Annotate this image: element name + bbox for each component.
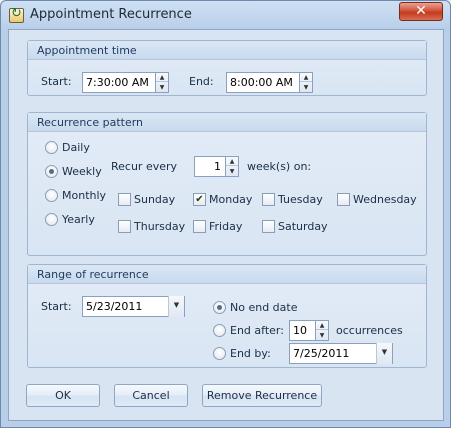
weeks-on-label: week(s) on:	[247, 160, 312, 173]
radio-end-after[interactable]	[213, 324, 226, 337]
checkbox-thursday[interactable]	[118, 220, 131, 233]
checkbox-sunday[interactable]	[118, 193, 131, 206]
recurrence-pattern-group: Recurrence pattern Daily Weekly Monthly …	[27, 112, 427, 256]
checkbox-tuesday[interactable]	[262, 193, 275, 206]
friday-label[interactable]: Friday	[209, 220, 242, 233]
daily-label[interactable]: Daily	[62, 141, 90, 154]
end-after-spinner[interactable]: ▲ ▼	[315, 320, 329, 341]
title-bar[interactable]: Appointment Recurrence ✕	[1, 1, 450, 29]
spin-down-icon[interactable]: ▼	[226, 167, 238, 176]
close-button[interactable]: ✕	[399, 2, 443, 21]
recur-every-label: Recur every	[111, 160, 178, 173]
start-time-input[interactable]: 7:30:00 AM	[82, 72, 156, 93]
range-start-label: Start:	[41, 300, 72, 313]
range-title: Range of recurrence	[28, 265, 426, 284]
spin-down-icon[interactable]: ▼	[156, 83, 168, 92]
checkbox-wednesday[interactable]	[337, 193, 350, 206]
yearly-label[interactable]: Yearly	[62, 213, 95, 226]
sunday-label[interactable]: Sunday	[134, 193, 175, 206]
thursday-label[interactable]: Thursday	[134, 220, 185, 233]
radio-no-end-date[interactable]	[213, 301, 226, 314]
end-time-input[interactable]: 8:00:00 AM	[226, 72, 300, 93]
recurrence-pattern-title: Recurrence pattern	[28, 113, 426, 132]
end-by-label[interactable]: End by:	[230, 347, 271, 360]
recur-every-input[interactable]: 1	[194, 156, 226, 177]
spin-up-icon[interactable]: ▲	[300, 73, 312, 82]
start-time-label: Start:	[41, 75, 72, 88]
spin-up-icon[interactable]: ▲	[226, 157, 238, 166]
end-time-label: End:	[189, 75, 214, 88]
weekly-label[interactable]: Weekly	[62, 165, 102, 178]
checkbox-monday[interactable]: ✔	[193, 193, 206, 206]
spin-down-icon[interactable]: ▼	[316, 331, 328, 340]
spin-down-icon[interactable]: ▼	[300, 83, 312, 92]
radio-daily[interactable]	[45, 141, 58, 154]
spin-up-icon[interactable]: ▲	[156, 73, 168, 82]
monday-label[interactable]: Monday	[209, 193, 252, 206]
chevron-down-icon[interactable]: ▼	[376, 343, 392, 364]
recur-every-spinner[interactable]: ▲ ▼	[225, 156, 239, 177]
appointment-recurrence-window: Appointment Recurrence ✕ Appointment tim…	[0, 0, 451, 428]
cancel-button[interactable]: Cancel	[114, 384, 188, 407]
radio-yearly[interactable]	[45, 213, 58, 226]
appointment-time-title: Appointment time	[28, 41, 426, 60]
tuesday-label[interactable]: Tuesday	[278, 193, 323, 206]
recurrence-app-icon	[9, 6, 24, 23]
ok-button[interactable]: OK	[26, 384, 100, 407]
chevron-down-icon[interactable]: ▼	[168, 296, 184, 317]
no-end-date-label[interactable]: No end date	[230, 301, 297, 314]
monthly-label[interactable]: Monthly	[62, 189, 106, 202]
radio-weekly[interactable]	[45, 165, 58, 178]
start-time-spinner[interactable]: ▲ ▼	[155, 72, 169, 93]
remove-recurrence-button[interactable]: Remove Recurrence	[202, 384, 322, 407]
end-time-spinner[interactable]: ▲ ▼	[299, 72, 313, 93]
radio-end-by[interactable]	[213, 347, 226, 360]
spin-up-icon[interactable]: ▲	[316, 321, 328, 330]
range-of-recurrence-group: Range of recurrence Start: 5/23/2011 ▼ N…	[27, 264, 427, 368]
checkbox-friday[interactable]	[193, 220, 206, 233]
appointment-time-group: Appointment time Start: 7:30:00 AM ▲ ▼ E…	[27, 40, 427, 96]
end-after-input[interactable]: 10	[289, 320, 318, 341]
occurrences-label: occurrences	[336, 324, 403, 337]
saturday-label[interactable]: Saturday	[278, 220, 328, 233]
wednesday-label[interactable]: Wednesday	[353, 193, 417, 206]
checkbox-saturday[interactable]	[262, 220, 275, 233]
window-title: Appointment Recurrence	[30, 7, 192, 22]
dialog-client-area: Appointment time Start: 7:30:00 AM ▲ ▼ E…	[8, 29, 444, 421]
end-after-label[interactable]: End after:	[230, 324, 284, 337]
radio-monthly[interactable]	[45, 189, 58, 202]
